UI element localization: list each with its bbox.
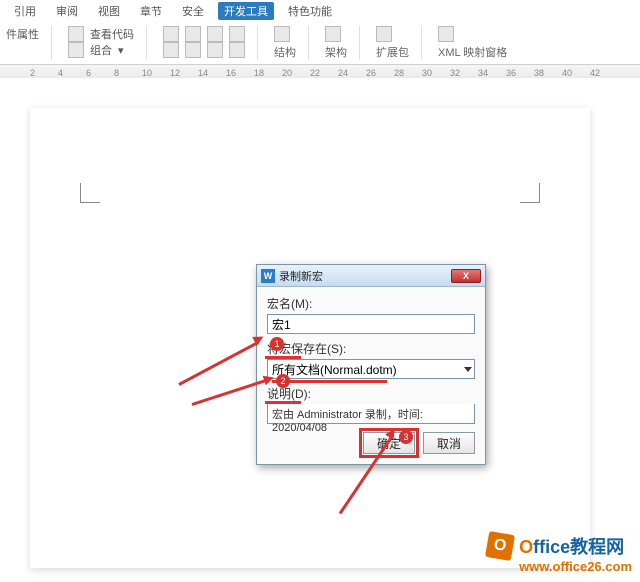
annotation-2: 2 (276, 374, 290, 388)
dialog-title: 录制新宏 (279, 268, 451, 284)
ruler-tick: 24 (338, 68, 348, 78)
desc-label: 说明(D): (267, 385, 475, 402)
group-icon (68, 42, 84, 58)
macro-name-input[interactable] (267, 314, 475, 334)
schema-icon[interactable] (325, 26, 341, 42)
ruler-tick: 16 (226, 68, 236, 78)
dropdown-icon: ▾ (118, 44, 124, 57)
toolbar-group-xml: XML 映射窗格 (438, 26, 519, 60)
record-macro-dialog: W 录制新宏 X 宏名(M): 将宏保存在(S): 所有文档(Normal.do… (256, 264, 486, 465)
menu-tabs: 引用 审阅 视图 章节 安全 开发工具 特色功能 (0, 0, 640, 22)
ruler-tick: 28 (394, 68, 404, 78)
structure-label: 结构 (274, 44, 296, 60)
save-in-value: 所有文档(Normal.dotm) (272, 363, 397, 377)
ctrl4-icon[interactable] (229, 26, 245, 42)
watermark-logo-icon: O (485, 531, 515, 561)
ruler-tick: 10 (142, 68, 152, 78)
tab-references[interactable]: 引用 (8, 2, 42, 20)
ctrl1-icon[interactable] (163, 26, 179, 42)
group-button[interactable]: 组合 (90, 42, 112, 58)
margin-tr-icon (520, 183, 540, 203)
structure-icon[interactable] (274, 26, 290, 42)
tab-special[interactable]: 特色功能 (282, 2, 338, 20)
margin-tl-icon (80, 183, 100, 203)
save-in-select[interactable]: 所有文档(Normal.dotm) (267, 359, 475, 379)
button-row: 确定 取消 (267, 432, 475, 454)
toolbar-group-2: 查看代码 组合 ▾ (68, 26, 147, 60)
tab-review[interactable]: 审阅 (50, 2, 84, 20)
schema-label: 架构 (325, 44, 347, 60)
annotation-1: 1 (270, 337, 284, 351)
wm-brand-rest: ffice教程网 (533, 537, 624, 557)
toolbar-group-structure: 结构 (274, 26, 309, 60)
ruler-tick: 4 (58, 68, 63, 78)
dialog-body: 宏名(M): 将宏保存在(S): 所有文档(Normal.dotm) 说明(D)… (257, 287, 485, 464)
toolbar-group-code: 件属性 (6, 26, 52, 60)
toolbar-group-expansion: 扩展包 (376, 26, 422, 60)
tab-security[interactable]: 安全 (176, 2, 210, 20)
ctrl7-icon[interactable] (207, 42, 223, 58)
ruler-tick: 34 (478, 68, 488, 78)
ruler-tick: 36 (506, 68, 516, 78)
xml-label: XML 映射窗格 (438, 44, 507, 60)
macro-name-label: 宏名(M): (267, 295, 475, 312)
save-in-label: 将宏保存在(S): (267, 340, 475, 357)
toolbar-group-schema: 架构 (325, 26, 360, 60)
app-icon: W (261, 269, 275, 283)
wm-brand-o: O (519, 537, 533, 557)
toolbar-group-controls (163, 26, 258, 60)
ruler-tick: 42 (590, 68, 600, 78)
dialog-titlebar[interactable]: W 录制新宏 X (257, 265, 485, 287)
expansion-label: 扩展包 (376, 44, 409, 60)
close-button[interactable]: X (451, 269, 481, 283)
ruler-tick: 14 (198, 68, 208, 78)
ruler-tick: 18 (254, 68, 264, 78)
ruler-tick: 2 (30, 68, 35, 78)
ruler-tick: 26 (366, 68, 376, 78)
ctrl5-icon[interactable] (163, 42, 179, 58)
ruler-tick: 38 (534, 68, 544, 78)
ctrl3-icon[interactable] (207, 26, 223, 42)
ruler-tick: 32 (450, 68, 460, 78)
ruler-tick: 20 (282, 68, 292, 78)
attrs-label: 件属性 (6, 26, 39, 42)
chevron-down-icon (464, 367, 472, 372)
tab-chapter[interactable]: 章节 (134, 2, 168, 20)
cancel-button[interactable]: 取消 (423, 432, 475, 454)
toolbar: 件属性 查看代码 组合 ▾ (0, 22, 640, 65)
ctrl6-icon[interactable] (185, 42, 201, 58)
watermark: O Office教程网 www.office26.com (487, 533, 632, 574)
view-code-button[interactable]: 查看代码 (90, 26, 134, 42)
ruler-tick: 30 (422, 68, 432, 78)
desc-value[interactable]: 宏由 Administrator 录制，时间: 2020/04/08 (267, 404, 475, 424)
annotation-3: 3 (399, 430, 413, 444)
tab-view[interactable]: 视图 (92, 2, 126, 20)
tab-developer[interactable]: 开发工具 (218, 2, 274, 20)
ruler-tick: 6 (86, 68, 91, 78)
expansion-icon[interactable] (376, 26, 392, 42)
code-icon (68, 26, 84, 42)
ruler-tick: 40 (562, 68, 572, 78)
ctrl2-icon[interactable] (185, 26, 201, 42)
ruler-tick: 22 (310, 68, 320, 78)
ribbon: 引用 审阅 视图 章节 安全 开发工具 特色功能 件属性 查看代码 组合 ▾ (0, 0, 640, 84)
ctrl8-icon[interactable] (229, 42, 245, 58)
watermark-url: www.office26.com (519, 559, 632, 574)
xml-icon[interactable] (438, 26, 454, 42)
ruler-tick: 12 (170, 68, 180, 78)
ruler-tick: 8 (114, 68, 119, 78)
